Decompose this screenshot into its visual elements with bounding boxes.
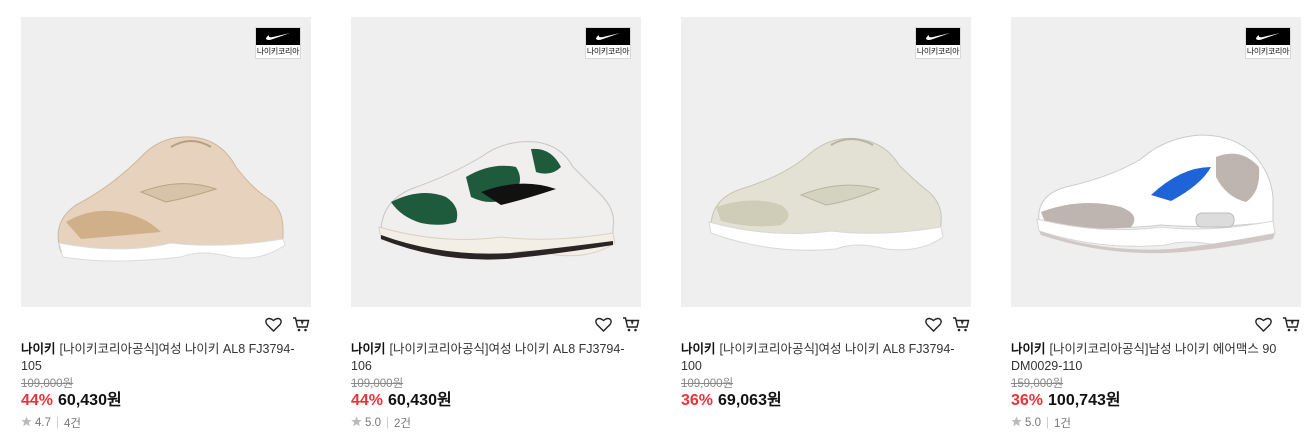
original-price: 109,000원 [681, 378, 734, 390]
star-icon [21, 416, 32, 430]
brand-badge: 나이키코리아 [1245, 27, 1291, 59]
product-card[interactable]: 나이키코리아 나이키 [나이키코리아공식]남성 나이키 에어맥스 90 DM002… [1011, 17, 1301, 430]
product-title[interactable]: 나이키 [나이키코리아공식]여성 나이키 AL8 FJ3794-105 [21, 341, 301, 375]
heart-icon[interactable] [593, 314, 613, 334]
heart-icon[interactable] [1253, 314, 1273, 334]
star-icon [351, 416, 362, 430]
product-name: [나이키코리아공식]남성 나이키 에어맥스 90 DM0029-110 [1011, 342, 1277, 373]
nike-logo-icon [916, 28, 960, 45]
product-grid: 나이키코리아 나이키 [나이키코리아공식]여성 나이키 AL8 FJ3794-10… [0, 0, 1314, 448]
nike-logo-icon [256, 28, 300, 45]
review-count[interactable]: 4건 [64, 415, 81, 431]
discount-rate: 44% [351, 392, 384, 409]
product-image[interactable]: 나이키코리아 [1011, 17, 1301, 307]
review-count[interactable]: 2건 [394, 415, 411, 431]
product-brand: 나이키 [351, 342, 386, 356]
shoe-image [378, 141, 616, 260]
star-icon [1011, 416, 1022, 430]
product-name: [나이키코리아공식]여성 나이키 AL8 FJ3794-105 [21, 342, 295, 373]
brand-badge: 나이키코리아 [255, 27, 301, 59]
rating-row: 5.0 | 1건 [1011, 415, 1071, 431]
card-actions [923, 314, 971, 334]
product-title[interactable]: 나이키 [나이키코리아공식]여성 나이키 AL8 FJ3794-100 [681, 341, 961, 375]
product-title[interactable]: 나이키 [나이키코리아공식]남성 나이키 에어맥스 90 DM0029-110 [1011, 341, 1291, 375]
cart-icon[interactable] [621, 314, 641, 334]
original-price: 159,000원 [1011, 378, 1064, 390]
cart-icon[interactable] [1281, 314, 1301, 334]
price-row: 36% 100,743원 [1011, 391, 1121, 411]
original-price: 109,000원 [351, 378, 404, 390]
badge-label: 나이키코리아 [586, 47, 630, 56]
review-count[interactable]: 1건 [1054, 415, 1071, 431]
heart-icon[interactable] [923, 314, 943, 334]
brand-badge: 나이키코리아 [915, 27, 961, 59]
product-image[interactable]: 나이키코리아 [351, 17, 641, 307]
price-row: 44% 60,430원 [351, 391, 452, 411]
product-card[interactable]: 나이키코리아 나이키 [나이키코리아공식]여성 나이키 AL8 FJ3794-10… [681, 17, 971, 409]
sale-price: 60,430원 [388, 392, 452, 409]
product-image[interactable]: 나이키코리아 [21, 17, 311, 307]
heart-icon[interactable] [263, 314, 283, 334]
divider: | [56, 417, 59, 429]
card-actions [1253, 314, 1301, 334]
original-price: 109,000원 [21, 378, 74, 390]
nike-logo-icon [1246, 28, 1290, 45]
brand-badge: 나이키코리아 [585, 27, 631, 59]
rating-value: 5.0 [1025, 417, 1041, 429]
product-brand: 나이키 [681, 342, 716, 356]
product-name: [나이키코리아공식]여성 나이키 AL8 FJ3794-106 [351, 342, 625, 373]
rating-row: 4.7 | 4건 [21, 415, 81, 431]
product-title[interactable]: 나이키 [나이키코리아공식]여성 나이키 AL8 FJ3794-106 [351, 341, 631, 375]
divider: | [386, 417, 389, 429]
discount-rate: 44% [21, 392, 54, 409]
cart-icon[interactable] [951, 314, 971, 334]
product-name: [나이키코리아공식]여성 나이키 AL8 FJ3794-100 [681, 342, 955, 373]
price-row: 44% 60,430원 [21, 391, 122, 411]
shoe-image [1036, 134, 1276, 254]
product-brand: 나이키 [1011, 342, 1046, 356]
card-actions [263, 314, 311, 334]
badge-label: 나이키코리아 [1246, 47, 1290, 56]
cart-icon[interactable] [291, 314, 311, 334]
shoe-image [708, 137, 944, 251]
rating-value: 4.7 [35, 417, 51, 429]
sale-price: 69,063원 [718, 392, 782, 409]
product-card[interactable]: 나이키코리아 나이키 [나이키코리아공식]여성 나이키 AL8 FJ3794-10… [21, 17, 311, 430]
discount-rate: 36% [681, 392, 714, 409]
price-row: 36% 69,063원 [681, 391, 782, 411]
product-brand: 나이키 [21, 342, 56, 356]
discount-rate: 36% [1011, 392, 1044, 409]
divider: | [1046, 417, 1049, 429]
rating-value: 5.0 [365, 417, 381, 429]
card-actions [593, 314, 641, 334]
product-card[interactable]: 나이키코리아 나이키 [나이키코리아공식]여성 나이키 AL8 FJ3794-10… [351, 17, 641, 430]
shoe-image [57, 136, 286, 262]
badge-label: 나이키코리아 [916, 47, 960, 56]
product-image[interactable]: 나이키코리아 [681, 17, 971, 307]
badge-label: 나이키코리아 [256, 47, 300, 56]
nike-logo-icon [586, 28, 630, 45]
sale-price: 100,743원 [1048, 392, 1121, 409]
rating-row: 5.0 | 2건 [351, 415, 411, 431]
sale-price: 60,430원 [58, 392, 122, 409]
